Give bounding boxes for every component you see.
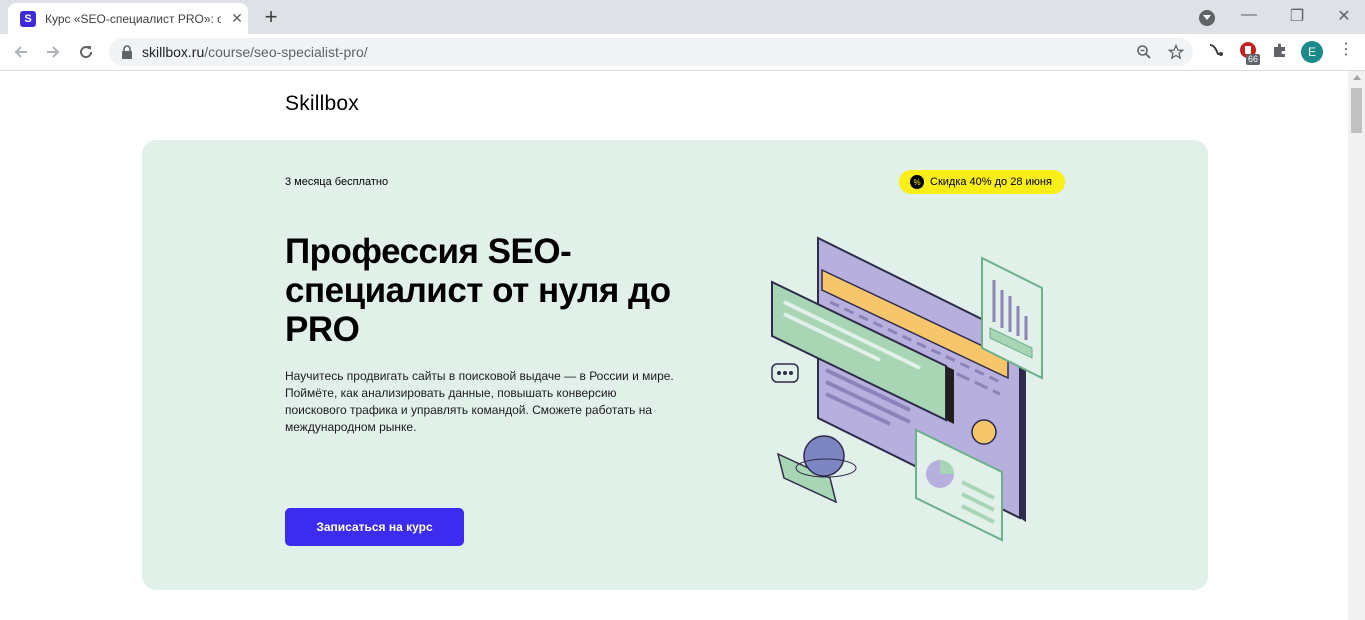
url-path: /course/seo-specialist-pro/	[204, 44, 368, 60]
menu-icon[interactable]: ⋮	[1338, 42, 1354, 58]
tab-search-icon[interactable]	[1199, 10, 1215, 26]
reload-button[interactable]	[74, 40, 98, 64]
close-window-button[interactable]: ✕	[1334, 6, 1354, 26]
extension-badge-count: 66	[1246, 54, 1261, 65]
minimize-button[interactable]: —	[1239, 6, 1259, 24]
forward-icon	[47, 46, 60, 58]
reload-icon	[80, 46, 93, 59]
zoom-icon[interactable]	[1136, 44, 1152, 60]
tab-strip: S Курс «SEO-специалист PRO»: об ✕ + — ❐ …	[0, 0, 1365, 34]
discount-badge-text: Скидка 40% до 28 июня	[930, 176, 1052, 188]
page-title: Профессия SEO-специалист от нуля до PRO	[285, 232, 671, 349]
extension-icon[interactable]	[1206, 40, 1226, 60]
hero-description: Научитесь продвигать сайты в поисковой в…	[285, 369, 674, 434]
scroll-up-arrow-icon[interactable]	[1353, 75, 1361, 80]
back-button[interactable]	[9, 40, 33, 64]
restore-button[interactable]: ❐	[1287, 6, 1307, 26]
new-tab-button[interactable]: +	[260, 5, 282, 29]
promo-text: 3 месяца бесплатно	[285, 176, 389, 188]
enroll-button[interactable]: Записаться на курс	[285, 508, 464, 546]
browser-tab[interactable]: S Курс «SEO-специалист PRO»: об ✕	[8, 3, 248, 34]
seo-dashboard-illustration	[771, 236, 1043, 542]
percent-icon: %	[910, 175, 924, 189]
page-scrollbar[interactable]	[1348, 71, 1365, 620]
tab-title: Курс «SEO-специалист PRO»: об	[45, 11, 221, 26]
puzzle-icon[interactable]	[1270, 40, 1290, 60]
site-logo[interactable]: Skillbox	[285, 92, 359, 116]
tab-close-icon[interactable]: ✕	[229, 10, 245, 27]
profile-avatar[interactable]: E	[1301, 41, 1323, 63]
browser-toolbar: skillbox.ru/course/seo-specialist-pro/	[0, 34, 1365, 71]
url-text[interactable]: skillbox.ru/course/seo-specialist-pro/	[142, 44, 368, 60]
lock-icon	[122, 45, 132, 59]
forward-button[interactable]	[41, 40, 65, 64]
address-bar[interactable]: skillbox.ru/course/seo-specialist-pro/	[109, 38, 1193, 66]
skillbox-favicon-icon: S	[20, 10, 36, 27]
url-host: skillbox.ru	[142, 44, 205, 60]
star-icon[interactable]	[1168, 44, 1184, 60]
scroll-thumb[interactable]	[1351, 88, 1362, 133]
back-icon	[14, 46, 27, 58]
discount-badge[interactable]: % Скидка 40% до 28 июня	[899, 170, 1065, 194]
